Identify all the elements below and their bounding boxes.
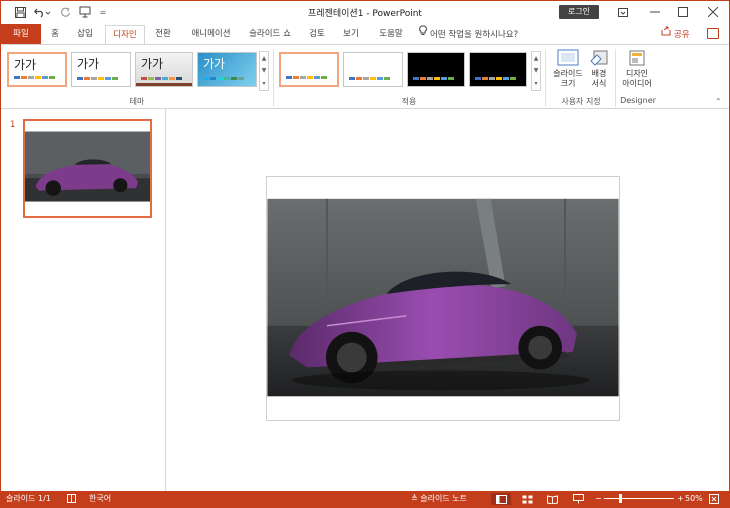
accessibility-icon[interactable] (67, 491, 76, 507)
design-ideas-icon (627, 49, 647, 67)
tab-view[interactable]: 보기 (337, 25, 365, 44)
current-slide[interactable] (266, 176, 620, 421)
slideshow-view-icon[interactable] (568, 493, 588, 505)
minimize-icon[interactable] (641, 3, 669, 21)
variant-gallery-scroll[interactable]: ▲ ▼ ▾ (531, 51, 541, 91)
variant-3[interactable] (407, 52, 465, 87)
variant-2[interactable] (343, 52, 403, 87)
zoom-slider[interactable] (604, 494, 674, 503)
reading-view-icon[interactable] (542, 493, 562, 505)
tell-me-text: 어떤 작업을 원하시나요? (430, 30, 519, 40)
variant-4[interactable] (469, 52, 527, 87)
theme-color-bars (141, 77, 182, 80)
close-icon[interactable] (699, 3, 727, 21)
format-background-label: 배경 서식 (591, 69, 607, 88)
more-icon[interactable]: ▾ (534, 80, 537, 87)
theme-preview-text: 가가 (203, 57, 226, 71)
format-background-button[interactable]: 배경 서식 (587, 49, 611, 89)
tab-review[interactable]: 검토 (303, 25, 331, 44)
themes-group-label: 테마 (129, 97, 145, 106)
theme-ion[interactable]: 가가 (197, 52, 257, 87)
slide-sorter-view-icon[interactable] (517, 493, 537, 505)
tab-insert[interactable]: 삽입 (71, 25, 99, 44)
slide-thumbnail[interactable] (23, 119, 152, 218)
share-icon (661, 25, 671, 44)
theme-accent-line (136, 83, 192, 86)
ribbon-tabs: 파일 홈 삽입 디자인 전환 애니메이션 슬라이드 쇼 검토 보기 도움말 어떤… (1, 23, 729, 44)
language-indicator[interactable]: 한국어 (89, 491, 111, 507)
tab-help[interactable]: 도움말 (373, 25, 409, 44)
share-button[interactable]: 공유 (661, 25, 690, 44)
variant-color-bars (286, 76, 327, 79)
fit-to-window-icon[interactable] (709, 491, 719, 507)
collapse-ribbon-icon[interactable]: ⌃ (715, 97, 722, 106)
more-icon[interactable]: ▾ (262, 80, 265, 87)
theme-color-bars (14, 76, 55, 79)
variant-1[interactable] (279, 52, 339, 87)
zoom-in-icon[interactable]: + (677, 491, 684, 507)
title-bar: = 프레젠테이션1 - PowerPoint 로그인 (1, 1, 729, 23)
theme-facet[interactable]: 가가 (135, 52, 193, 87)
theme-gallery-scroll[interactable]: ▲ ▼ ▾ (259, 51, 269, 91)
chevron-down-icon[interactable]: ▼ (262, 67, 267, 74)
redo-icon[interactable] (58, 5, 72, 19)
login-button[interactable]: 로그인 (559, 5, 599, 19)
status-bar: 슬라이드 1/1 한국어 ≜ 슬라이드 노트 − + 50% (1, 491, 729, 507)
slide-thumbnail-pane: 1 (1, 109, 166, 491)
car-photo[interactable] (267, 177, 619, 420)
design-ideas-label: 디자인 아이디어 (622, 69, 652, 88)
theme-preview-text: 가가 (77, 57, 100, 71)
design-ideas-button[interactable]: 디자인 아이디어 (617, 49, 657, 89)
slide-number: 1 (10, 120, 16, 130)
car-photo-thumbnail (25, 131, 150, 202)
theme-preview-text: 가가 (141, 57, 164, 71)
share-label: 공유 (674, 30, 690, 40)
undo-icon[interactable] (33, 5, 51, 19)
theme-office-2[interactable]: 가가 (71, 52, 131, 87)
theme-office[interactable]: 가가 (7, 52, 67, 87)
tab-slideshow[interactable]: 슬라이드 쇼 (243, 25, 297, 44)
customize-quick-access-icon[interactable]: = (98, 5, 108, 19)
theme-color-bars (77, 77, 118, 80)
comments-icon[interactable] (707, 28, 719, 39)
tab-design[interactable]: 디자인 (105, 25, 145, 44)
slide-size-label: 슬라이드 크기 (553, 69, 583, 88)
chevron-down-icon[interactable]: ▼ (534, 67, 539, 74)
zoom-level[interactable]: 50% (685, 491, 703, 507)
slide-count: 슬라이드 1/1 (6, 494, 51, 503)
variant-color-bars (413, 77, 454, 80)
slide-editor (166, 109, 729, 491)
tab-home[interactable]: 홈 (45, 25, 65, 44)
maximize-icon[interactable] (669, 3, 697, 21)
chevron-up-icon[interactable]: ▲ (534, 55, 539, 62)
theme-color-bars (203, 77, 244, 80)
slide-size-button[interactable]: 슬라이드 크기 (549, 49, 587, 89)
notes-button[interactable]: ≜ 슬라이드 노트 (411, 491, 467, 507)
chevron-up-icon[interactable]: ▲ (262, 55, 267, 62)
ribbon: 가가 가가 가가 가가 ▲ ▼ ▾ 테마 ▲ ▼ ▾ 적용 슬라이드 크기 배경… (1, 44, 729, 109)
normal-view-icon[interactable] (491, 493, 511, 505)
tell-me-search[interactable]: 어떤 작업을 원하시나요? (419, 25, 518, 44)
notes-label: 슬라이드 노트 (420, 494, 467, 503)
save-icon[interactable] (13, 5, 27, 19)
customize-group-label: 사용자 지정 (561, 97, 601, 106)
start-slideshow-icon[interactable] (78, 5, 92, 19)
tab-animations[interactable]: 애니메이션 (185, 25, 237, 44)
ribbon-display-options-icon[interactable] (609, 3, 637, 21)
tab-transitions[interactable]: 전환 (149, 25, 177, 44)
variants-group-label: 적용 (401, 97, 417, 106)
slide-size-icon (557, 49, 579, 67)
variant-color-bars (475, 77, 516, 80)
notes-icon: ≜ (411, 494, 418, 503)
zoom-out-icon[interactable]: − (595, 491, 602, 507)
format-background-icon (589, 49, 609, 67)
theme-preview-text: 가가 (14, 58, 37, 72)
group-separator (545, 49, 546, 107)
variant-color-bars (349, 77, 390, 80)
zoom-slider-thumb[interactable] (619, 494, 622, 503)
lightbulb-icon (419, 25, 427, 44)
designer-group-label: Designer (620, 96, 656, 105)
tab-file[interactable]: 파일 (1, 24, 41, 44)
